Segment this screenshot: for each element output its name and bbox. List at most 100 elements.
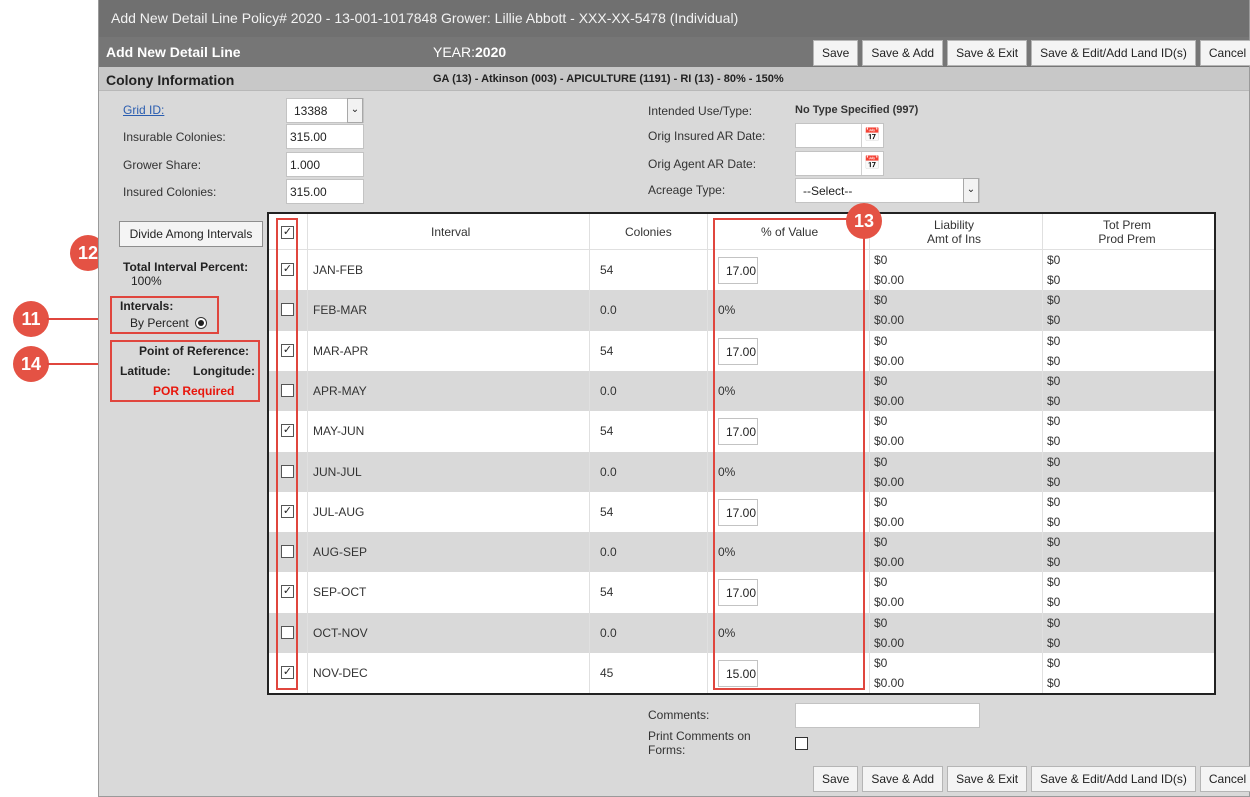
column-divider [869, 214, 870, 693]
comments-label: Comments: [648, 708, 710, 722]
save-edit-land-button[interactable]: Save & Edit/Add Land ID(s) [1031, 766, 1196, 792]
amt-of-ins-value: $0.00 [874, 595, 905, 610]
save-add-button[interactable]: Save & Add [862, 40, 944, 66]
chevron-down-icon: ⌄ [347, 98, 363, 123]
header-bar: Add New Detail Line YEAR:2020 Save Save … [99, 37, 1250, 67]
liability-value: $0 [874, 454, 888, 469]
latitude-label: Latitude: [120, 364, 171, 378]
tot-prem-value: $0 [1047, 414, 1061, 429]
orig-agent-ar-date-input[interactable]: 📅 [795, 151, 884, 176]
interval-name: OCT-NOV [313, 625, 368, 640]
amt-of-ins-value: $0.00 [874, 434, 905, 449]
tot-prem-value: $0 [1047, 373, 1061, 388]
tot-prem-value: $0 [1047, 656, 1061, 670]
prod-prem-value: $0 [1047, 313, 1061, 328]
header-colonies: Colonies [625, 225, 672, 239]
save-exit-button[interactable]: Save & Exit [947, 40, 1028, 66]
grid-id-label[interactable]: Grid ID: [123, 103, 164, 117]
save-exit-button[interactable]: Save & Exit [947, 766, 1028, 792]
column-divider [307, 214, 308, 693]
header-title: Add New Detail Line [106, 44, 241, 60]
insurable-colonies-label: Insurable Colonies: [123, 130, 226, 144]
longitude-label: Longitude: [193, 364, 255, 378]
prod-prem-value: $0 [1047, 393, 1061, 408]
cancel-button[interactable]: Cancel [1199, 40, 1250, 66]
grower-share-input[interactable]: 1.000 [286, 152, 364, 177]
callout-13: 13 [846, 203, 882, 239]
header-interval: Interval [431, 225, 471, 239]
column-divider [1042, 214, 1043, 693]
colonies-value: 54 [600, 263, 614, 277]
comments-input[interactable] [795, 703, 980, 728]
section-title: Colony Information [106, 72, 235, 88]
prod-prem-value: $0 [1047, 595, 1061, 610]
acreage-type-select[interactable]: --Select-- ⌄ [795, 178, 980, 203]
divide-among-intervals-button[interactable]: Divide Among Intervals [119, 221, 263, 247]
liability-value: $0 [874, 333, 888, 348]
column-divider [589, 214, 590, 693]
amt-of-ins-value: $0.00 [874, 676, 905, 690]
calendar-icon[interactable]: 📅 [861, 152, 883, 175]
interval-name: FEB-MAR [313, 303, 367, 318]
by-percent-radio[interactable] [195, 317, 207, 329]
year-display: YEAR:2020 [433, 44, 507, 60]
insured-colonies-input[interactable]: 315.00 [286, 179, 364, 204]
save-button[interactable]: Save [813, 766, 859, 792]
tot-prem-value: $0 [1047, 333, 1061, 348]
liability-value: $0 [874, 535, 888, 550]
prod-prem-value: $0 [1047, 635, 1061, 650]
section-bar: Colony Information GA (13) - Atkinson (0… [99, 67, 1249, 91]
print-comments-checkbox[interactable] [795, 737, 808, 750]
interval-name: JUL-AUG [313, 504, 365, 519]
por-label: Point of Reference: [139, 344, 250, 358]
amt-of-ins-value: $0.00 [874, 474, 905, 489]
colonies-value: 54 [600, 424, 614, 439]
interval-name: AUG-SEP [313, 545, 368, 560]
colonies-value: 54 [600, 585, 614, 600]
insured-colonies-label: Insured Colonies: [123, 185, 217, 199]
liability-value: $0 [874, 414, 888, 429]
tot-prem-value: $0 [1047, 253, 1061, 267]
interval-name: NOV-DEC [313, 666, 368, 680]
checkbox-column-highlight [276, 218, 298, 690]
acreage-type-label: Acreage Type: [648, 183, 726, 197]
callout-14: 14 [13, 346, 49, 382]
colonies-value: 0.0 [600, 625, 617, 640]
column-divider [707, 214, 708, 693]
colonies-value: 0.0 [600, 383, 617, 398]
amt-of-ins-value: $0.00 [874, 514, 905, 529]
chevron-down-icon: ⌄ [963, 178, 979, 203]
tot-prem-value: $0 [1047, 615, 1061, 630]
intended-use-label: Intended Use/Type: [648, 104, 753, 118]
total-interval-percent-label: Total Interval Percent: [123, 260, 249, 274]
interval-name: APR-MAY [313, 383, 367, 398]
liability-value: $0 [874, 656, 888, 670]
liability-value: $0 [874, 615, 888, 630]
insurable-colonies-input[interactable]: 315.00 [286, 124, 364, 149]
save-edit-land-button[interactable]: Save & Edit/Add Land ID(s) [1031, 40, 1196, 66]
liability-value: $0 [874, 373, 888, 388]
grid-id-select[interactable]: 13388 ⌄ [286, 98, 364, 123]
save-add-button[interactable]: Save & Add [862, 766, 944, 792]
footer-button-group: Save Save & Add Save & Exit Save & Edit/… [813, 766, 1250, 792]
colonies-value: 54 [600, 504, 614, 519]
cancel-button[interactable]: Cancel [1199, 766, 1250, 792]
header-liability: Liability Amt of Ins [926, 218, 982, 246]
interval-name: MAR-APR [313, 343, 369, 358]
colonies-value: 45 [600, 666, 614, 680]
header-button-group: Save Save & Add Save & Exit Save & Edit/… [813, 40, 1250, 66]
detail-line-panel: Add New Detail Line Policy# 2020 - 13-00… [98, 0, 1250, 797]
by-percent-label: By Percent [130, 316, 189, 330]
prod-prem-value: $0 [1047, 474, 1061, 489]
total-interval-percent-value: 100% [131, 274, 162, 288]
colonies-value: 0.0 [600, 464, 617, 479]
calendar-icon[interactable]: 📅 [861, 124, 883, 147]
orig-insured-ar-date-input[interactable]: 📅 [795, 123, 884, 148]
print-comments-label: Print Comments on Forms: [648, 729, 751, 757]
prod-prem-value: $0 [1047, 514, 1061, 529]
save-button[interactable]: Save [813, 40, 859, 66]
prod-prem-value: $0 [1047, 434, 1061, 449]
liability-value: $0 [874, 575, 888, 590]
section-info: GA (13) - Atkinson (003) - APICULTURE (1… [433, 73, 784, 85]
liability-value: $0 [874, 293, 888, 308]
